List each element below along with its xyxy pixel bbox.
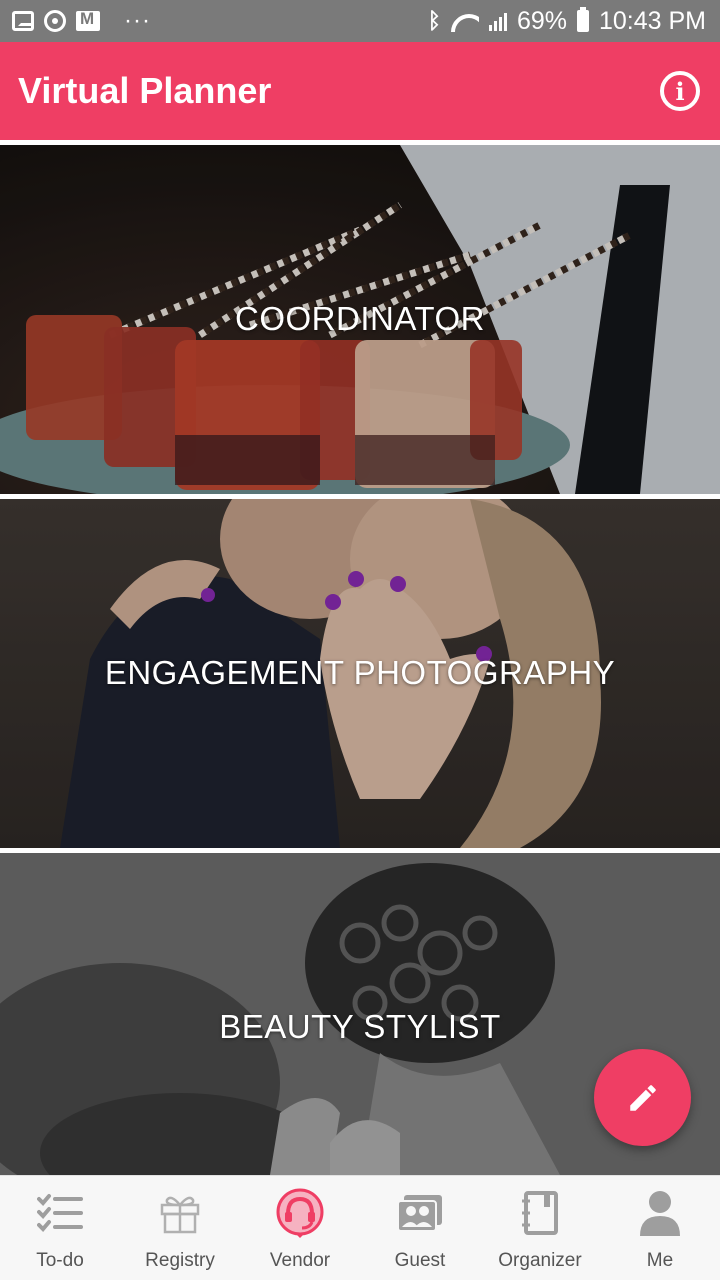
bottom-navigation: To-do Registry Vendor Guest Organizer Me (0, 1175, 720, 1280)
nav-todo[interactable]: To-do (0, 1176, 120, 1281)
status-right: ᛒ 69% 10:43 PM (428, 7, 706, 36)
gallery-icon (12, 11, 34, 31)
status-left: ··· (12, 7, 151, 35)
nav-vendor-label: Vendor (269, 1250, 331, 1271)
engagement-photography-card[interactable]: ENGAGEMENT PHOTOGRAPHY (0, 499, 720, 848)
app-bar: Virtual Planner i (0, 42, 720, 140)
nav-registry-label: Registry (145, 1250, 215, 1271)
more-notifications-icon: ··· (124, 7, 151, 34)
headset-icon (275, 1188, 325, 1238)
nav-guest-label: Guest (394, 1250, 446, 1271)
info-icon[interactable]: i (660, 71, 700, 111)
wifi-icon (451, 10, 479, 32)
signal-icon (488, 11, 507, 31)
coordinator-card[interactable]: COORDINATOR (0, 145, 720, 494)
pencil-icon (629, 1084, 656, 1111)
app-title: Virtual Planner (18, 70, 272, 111)
battery-percent: 69% (516, 6, 567, 35)
guests-icon (395, 1188, 445, 1238)
nav-guest[interactable]: Guest (360, 1176, 480, 1281)
gift-icon (155, 1188, 205, 1238)
nav-organizer[interactable]: Organizer (480, 1176, 600, 1281)
status-bar: ··· ᛒ 69% 10:43 PM (0, 0, 720, 42)
nav-organizer-label: Organizer (498, 1250, 582, 1271)
nav-me-label: Me (646, 1250, 674, 1271)
coordinator-label: COORDINATOR (235, 300, 485, 337)
bluetooth-icon: ᛒ (427, 8, 441, 33)
checklist-icon (35, 1188, 85, 1238)
nav-vendor[interactable]: Vendor (240, 1176, 360, 1281)
person-icon (635, 1188, 685, 1238)
nav-todo-label: To-do (36, 1250, 84, 1271)
nav-registry[interactable]: Registry (120, 1176, 240, 1281)
engagement-photography-label: ENGAGEMENT PHOTOGRAPHY (104, 654, 616, 691)
nav-me[interactable]: Me (600, 1176, 720, 1281)
notebook-icon (515, 1188, 565, 1238)
vendor-category-list: COORDINATOR ENGAGEMENT PHOTOGRAPHY BEAUT… (0, 140, 720, 1175)
clock: 10:43 PM (598, 6, 706, 35)
beauty-stylist-label: BEAUTY STYLIST (219, 1008, 501, 1045)
battery-icon (576, 7, 589, 32)
edit-fab[interactable] (594, 1049, 691, 1146)
sync-icon (44, 10, 66, 32)
gmail-icon (76, 9, 100, 31)
